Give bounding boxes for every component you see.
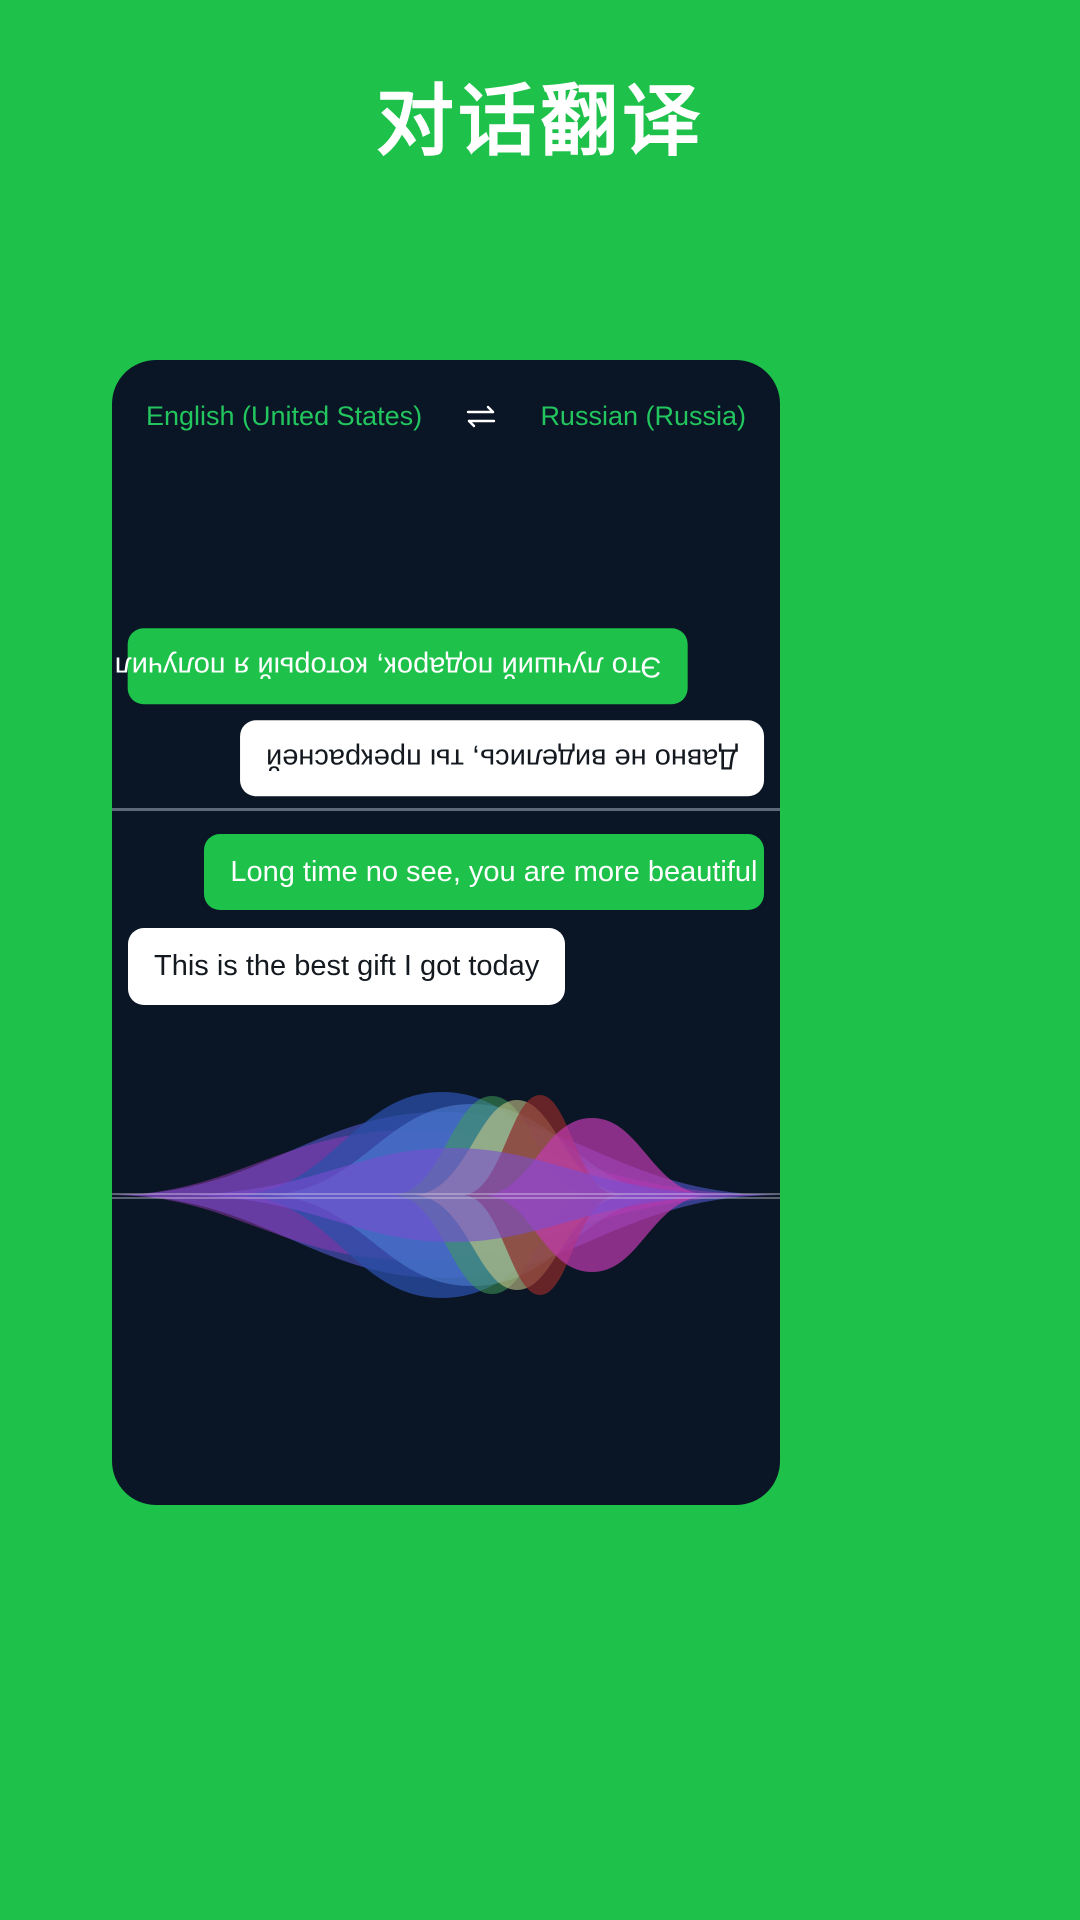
language-bar: English (United States) Russian (Russia)	[112, 360, 780, 472]
phone-mockup: English (United States) Russian (Russia)…	[112, 360, 780, 1505]
audio-waveform-visualizer	[112, 1070, 780, 1320]
panel-divider	[112, 808, 780, 811]
message-row: This is the best gift I got today	[128, 928, 764, 1005]
conversation-panel-user: Long time no see, you are more beautiful…	[112, 812, 780, 1040]
message-row: Давно не виделись, ты прекрасней	[128, 719, 764, 796]
conversation-panel-rotated: Это лучший подарок, который я получил се…	[112, 472, 780, 808]
target-language-selector[interactable]: Russian (Russia)	[540, 401, 746, 432]
message-row: Это лучший подарок, который я получил се…	[112, 627, 764, 704]
swap-horizontal-icon[interactable]	[464, 401, 498, 431]
page-title: 对话翻译	[375, 77, 704, 167]
message-bubble-user-2[interactable]: This is the best gift I got today	[128, 928, 566, 1005]
message-row: Long time no see, you are more beautiful	[128, 834, 764, 911]
source-language-selector[interactable]: English (United States)	[146, 401, 422, 432]
message-bubble-rotated-2[interactable]: Давно не виделись, ты прекрасней	[239, 719, 764, 796]
message-bubble-user-1[interactable]: Long time no see, you are more beautiful	[204, 834, 764, 911]
message-bubble-rotated-1[interactable]: Это лучший подарок, который я получил се…	[112, 627, 688, 704]
